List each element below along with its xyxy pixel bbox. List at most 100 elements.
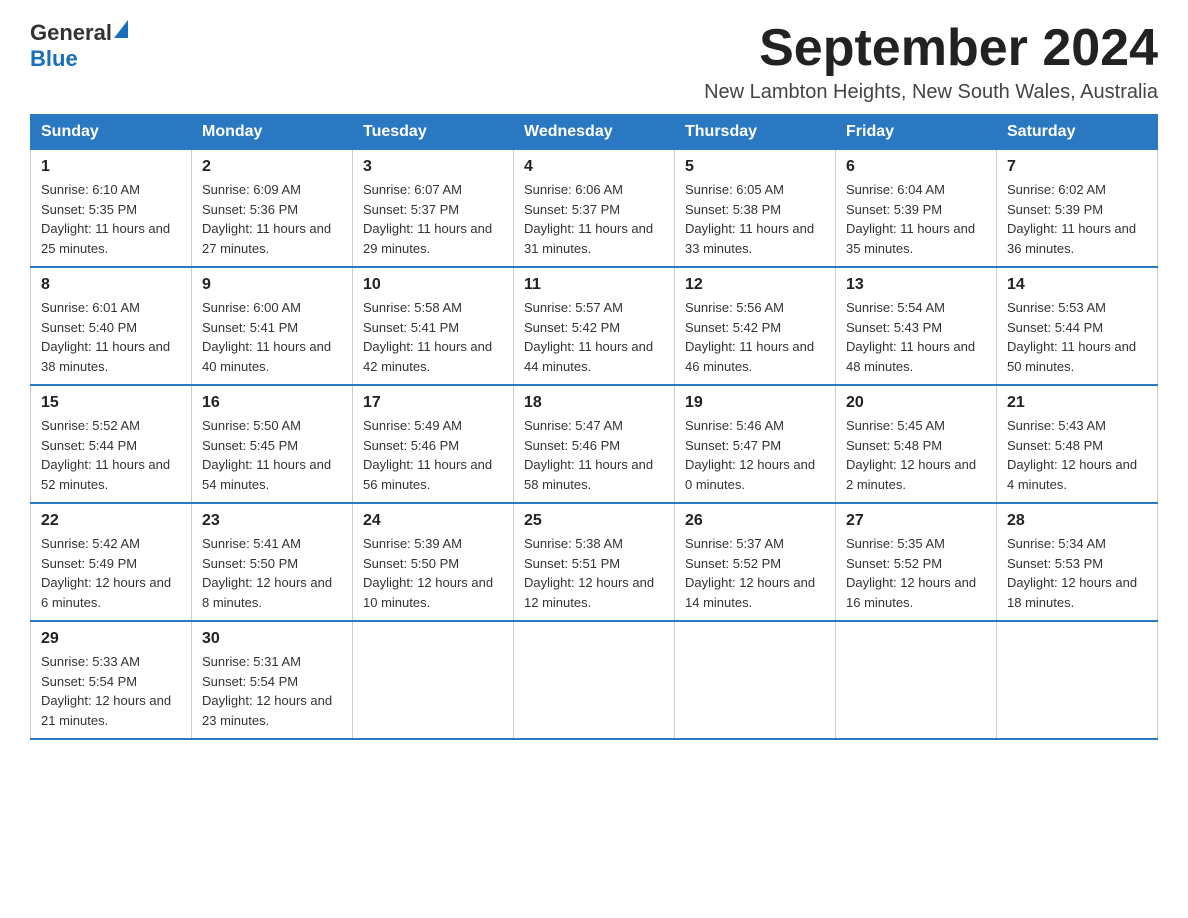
day-cell: 19 Sunrise: 5:46 AMSunset: 5:47 PMDaylig… — [675, 385, 836, 503]
day-info: Sunrise: 5:41 AMSunset: 5:50 PMDaylight:… — [202, 536, 332, 610]
day-cell — [353, 621, 514, 739]
day-cell: 26 Sunrise: 5:37 AMSunset: 5:52 PMDaylig… — [675, 503, 836, 621]
day-info: Sunrise: 5:53 AMSunset: 5:44 PMDaylight:… — [1007, 300, 1136, 374]
day-number: 10 — [363, 276, 503, 294]
day-info: Sunrise: 6:05 AMSunset: 5:38 PMDaylight:… — [685, 182, 814, 256]
day-cell: 12 Sunrise: 5:56 AMSunset: 5:42 PMDaylig… — [675, 267, 836, 385]
day-number: 27 — [846, 512, 986, 530]
day-number: 30 — [202, 630, 342, 648]
day-info: Sunrise: 5:35 AMSunset: 5:52 PMDaylight:… — [846, 536, 976, 610]
day-number: 17 — [363, 394, 503, 412]
logo: General Blue — [30, 20, 128, 72]
day-cell: 22 Sunrise: 5:42 AMSunset: 5:49 PMDaylig… — [31, 503, 192, 621]
day-info: Sunrise: 6:00 AMSunset: 5:41 PMDaylight:… — [202, 300, 331, 374]
day-number: 26 — [685, 512, 825, 530]
day-number: 21 — [1007, 394, 1147, 412]
location-title: New Lambton Heights, New South Wales, Au… — [704, 81, 1158, 104]
day-number: 1 — [41, 158, 181, 176]
day-number: 3 — [363, 158, 503, 176]
day-info: Sunrise: 6:07 AMSunset: 5:37 PMDaylight:… — [363, 182, 492, 256]
day-info: Sunrise: 5:37 AMSunset: 5:52 PMDaylight:… — [685, 536, 815, 610]
day-number: 2 — [202, 158, 342, 176]
day-number: 14 — [1007, 276, 1147, 294]
day-number: 25 — [524, 512, 664, 530]
logo-triangle-icon — [114, 20, 128, 38]
day-cell: 25 Sunrise: 5:38 AMSunset: 5:51 PMDaylig… — [514, 503, 675, 621]
day-number: 9 — [202, 276, 342, 294]
page-header: General Blue September 2024 New Lambton … — [30, 20, 1158, 104]
logo-general-text: General — [30, 20, 112, 46]
week-row-1: 1 Sunrise: 6:10 AMSunset: 5:35 PMDayligh… — [31, 150, 1158, 268]
day-info: Sunrise: 6:01 AMSunset: 5:40 PMDaylight:… — [41, 300, 170, 374]
day-cell: 5 Sunrise: 6:05 AMSunset: 5:38 PMDayligh… — [675, 150, 836, 268]
day-info: Sunrise: 5:31 AMSunset: 5:54 PMDaylight:… — [202, 654, 332, 728]
day-info: Sunrise: 5:46 AMSunset: 5:47 PMDaylight:… — [685, 418, 815, 492]
day-info: Sunrise: 5:47 AMSunset: 5:46 PMDaylight:… — [524, 418, 653, 492]
day-info: Sunrise: 5:57 AMSunset: 5:42 PMDaylight:… — [524, 300, 653, 374]
day-number: 12 — [685, 276, 825, 294]
day-number: 5 — [685, 158, 825, 176]
header-cell-thursday: Thursday — [675, 115, 836, 150]
day-info: Sunrise: 6:06 AMSunset: 5:37 PMDaylight:… — [524, 182, 653, 256]
day-cell: 7 Sunrise: 6:02 AMSunset: 5:39 PMDayligh… — [997, 150, 1158, 268]
day-number: 11 — [524, 276, 664, 294]
week-row-5: 29 Sunrise: 5:33 AMSunset: 5:54 PMDaylig… — [31, 621, 1158, 739]
header-cell-sunday: Sunday — [31, 115, 192, 150]
day-number: 7 — [1007, 158, 1147, 176]
day-cell — [836, 621, 997, 739]
day-info: Sunrise: 6:04 AMSunset: 5:39 PMDaylight:… — [846, 182, 975, 256]
day-info: Sunrise: 5:50 AMSunset: 5:45 PMDaylight:… — [202, 418, 331, 492]
day-number: 20 — [846, 394, 986, 412]
day-info: Sunrise: 5:33 AMSunset: 5:54 PMDaylight:… — [41, 654, 171, 728]
header-cell-friday: Friday — [836, 115, 997, 150]
day-cell: 23 Sunrise: 5:41 AMSunset: 5:50 PMDaylig… — [192, 503, 353, 621]
day-cell: 24 Sunrise: 5:39 AMSunset: 5:50 PMDaylig… — [353, 503, 514, 621]
day-info: Sunrise: 5:43 AMSunset: 5:48 PMDaylight:… — [1007, 418, 1137, 492]
logo-blue-text: Blue — [30, 46, 78, 72]
day-number: 29 — [41, 630, 181, 648]
day-number: 22 — [41, 512, 181, 530]
day-info: Sunrise: 6:02 AMSunset: 5:39 PMDaylight:… — [1007, 182, 1136, 256]
day-number: 28 — [1007, 512, 1147, 530]
day-info: Sunrise: 5:38 AMSunset: 5:51 PMDaylight:… — [524, 536, 654, 610]
week-row-2: 8 Sunrise: 6:01 AMSunset: 5:40 PMDayligh… — [31, 267, 1158, 385]
day-cell: 29 Sunrise: 5:33 AMSunset: 5:54 PMDaylig… — [31, 621, 192, 739]
calendar-header: SundayMondayTuesdayWednesdayThursdayFrid… — [31, 115, 1158, 150]
day-cell: 10 Sunrise: 5:58 AMSunset: 5:41 PMDaylig… — [353, 267, 514, 385]
day-cell: 2 Sunrise: 6:09 AMSunset: 5:36 PMDayligh… — [192, 150, 353, 268]
header-cell-wednesday: Wednesday — [514, 115, 675, 150]
day-cell: 17 Sunrise: 5:49 AMSunset: 5:46 PMDaylig… — [353, 385, 514, 503]
day-info: Sunrise: 5:39 AMSunset: 5:50 PMDaylight:… — [363, 536, 493, 610]
day-cell: 13 Sunrise: 5:54 AMSunset: 5:43 PMDaylig… — [836, 267, 997, 385]
day-number: 16 — [202, 394, 342, 412]
day-info: Sunrise: 5:34 AMSunset: 5:53 PMDaylight:… — [1007, 536, 1137, 610]
day-number: 15 — [41, 394, 181, 412]
day-info: Sunrise: 5:58 AMSunset: 5:41 PMDaylight:… — [363, 300, 492, 374]
day-cell: 6 Sunrise: 6:04 AMSunset: 5:39 PMDayligh… — [836, 150, 997, 268]
title-section: September 2024 New Lambton Heights, New … — [704, 20, 1158, 104]
day-number: 19 — [685, 394, 825, 412]
day-number: 23 — [202, 512, 342, 530]
calendar-table: SundayMondayTuesdayWednesdayThursdayFrid… — [30, 114, 1158, 740]
day-cell: 18 Sunrise: 5:47 AMSunset: 5:46 PMDaylig… — [514, 385, 675, 503]
day-cell: 15 Sunrise: 5:52 AMSunset: 5:44 PMDaylig… — [31, 385, 192, 503]
day-cell — [997, 621, 1158, 739]
day-info: Sunrise: 5:42 AMSunset: 5:49 PMDaylight:… — [41, 536, 171, 610]
day-cell: 30 Sunrise: 5:31 AMSunset: 5:54 PMDaylig… — [192, 621, 353, 739]
header-cell-saturday: Saturday — [997, 115, 1158, 150]
calendar-body: 1 Sunrise: 6:10 AMSunset: 5:35 PMDayligh… — [31, 150, 1158, 740]
header-cell-monday: Monday — [192, 115, 353, 150]
day-info: Sunrise: 5:52 AMSunset: 5:44 PMDaylight:… — [41, 418, 170, 492]
day-number: 13 — [846, 276, 986, 294]
header-row: SundayMondayTuesdayWednesdayThursdayFrid… — [31, 115, 1158, 150]
day-cell: 20 Sunrise: 5:45 AMSunset: 5:48 PMDaylig… — [836, 385, 997, 503]
day-cell: 8 Sunrise: 6:01 AMSunset: 5:40 PMDayligh… — [31, 267, 192, 385]
day-cell: 21 Sunrise: 5:43 AMSunset: 5:48 PMDaylig… — [997, 385, 1158, 503]
month-title: September 2024 — [704, 20, 1158, 77]
day-number: 24 — [363, 512, 503, 530]
day-info: Sunrise: 5:54 AMSunset: 5:43 PMDaylight:… — [846, 300, 975, 374]
day-number: 18 — [524, 394, 664, 412]
day-info: Sunrise: 6:10 AMSunset: 5:35 PMDaylight:… — [41, 182, 170, 256]
day-info: Sunrise: 5:45 AMSunset: 5:48 PMDaylight:… — [846, 418, 976, 492]
day-cell: 4 Sunrise: 6:06 AMSunset: 5:37 PMDayligh… — [514, 150, 675, 268]
